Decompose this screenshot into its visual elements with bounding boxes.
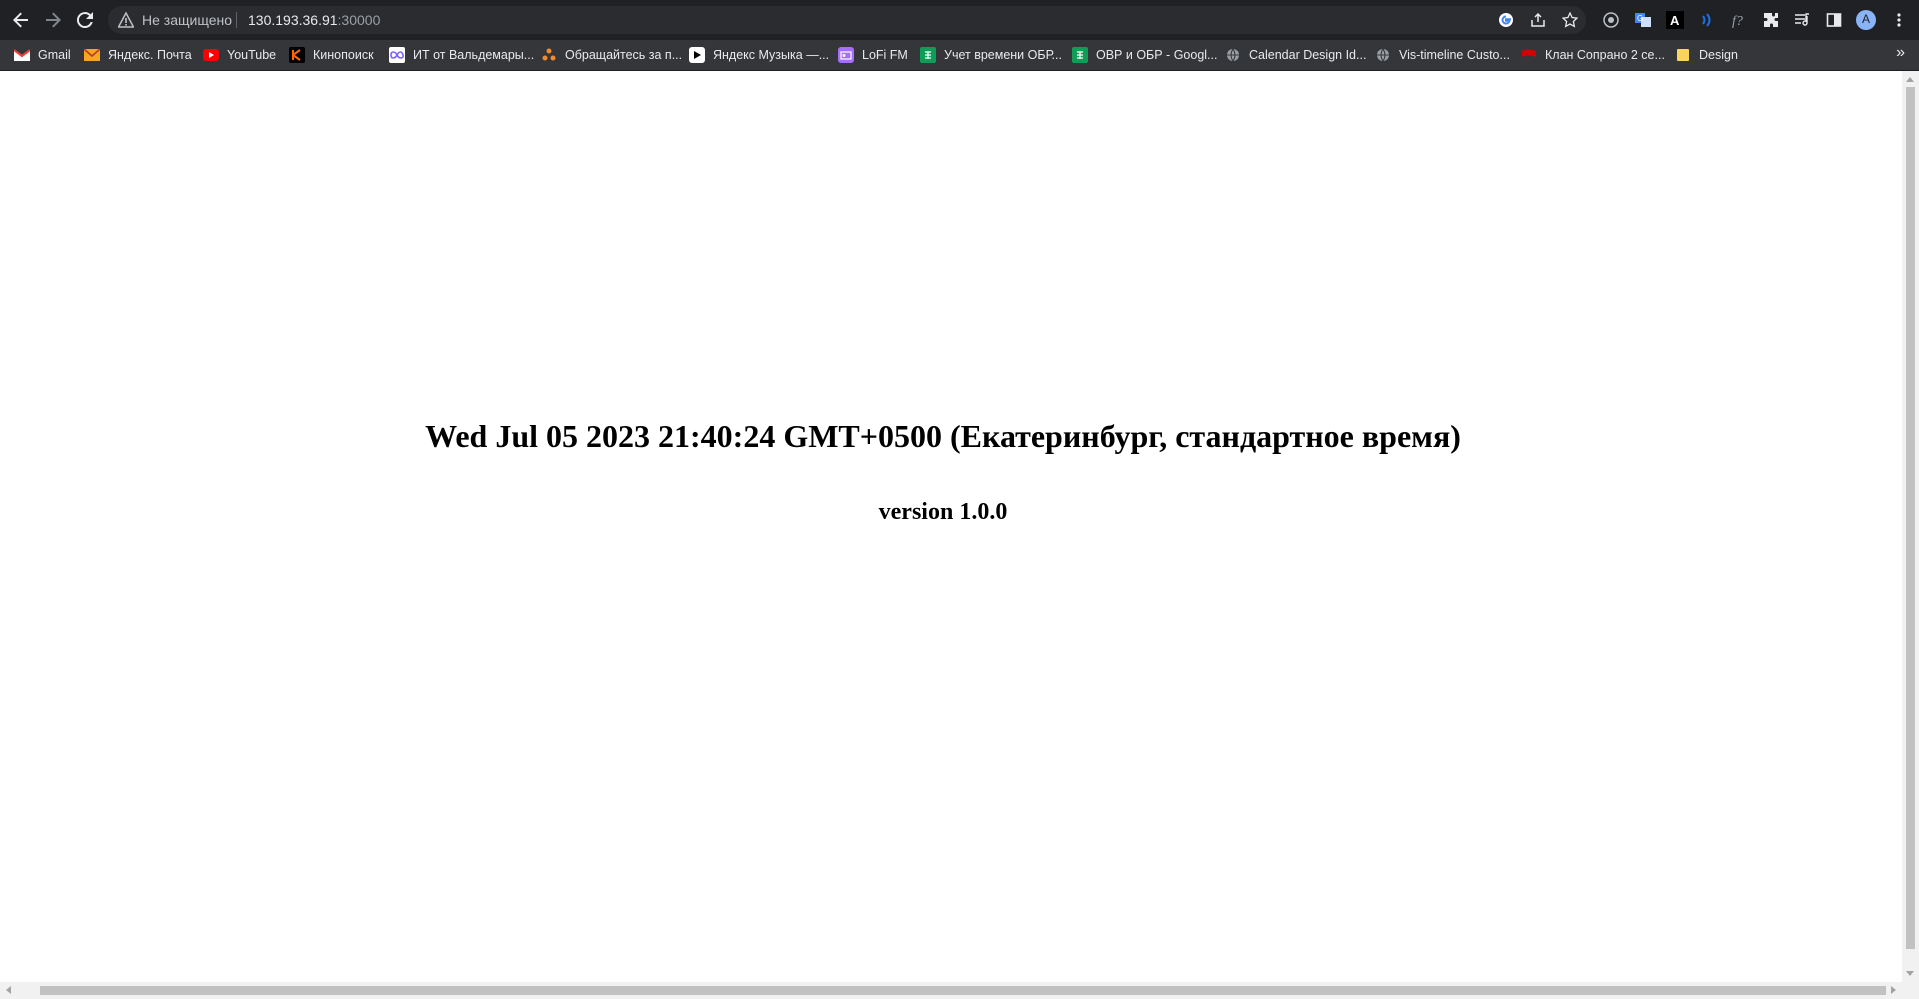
vertical-scrollbar[interactable] xyxy=(1902,71,1919,982)
reload-button[interactable] xyxy=(73,8,97,32)
infinity-icon xyxy=(389,47,405,63)
media-queue-icon[interactable] xyxy=(1791,9,1813,31)
back-arrow-icon xyxy=(13,12,28,28)
bookmark-calendar-design[interactable]: Calendar Design Id... xyxy=(1225,44,1366,66)
function-extension-icon[interactable]: f? xyxy=(1728,9,1750,31)
bookmark-it-valdemary[interactable]: ИТ от Вальдемары... xyxy=(389,44,534,66)
flag-icon xyxy=(1521,47,1537,63)
radio-icon xyxy=(838,47,854,63)
google-lens-icon[interactable] xyxy=(1496,10,1516,30)
flower-icon xyxy=(541,47,557,63)
bookmark-ovr-obr[interactable]: ОВР и ОБР - Googl... xyxy=(1072,44,1217,66)
play-icon xyxy=(689,47,705,63)
back-button[interactable] xyxy=(9,8,33,32)
forward-button[interactable] xyxy=(41,8,65,32)
audio-extension-icon[interactable] xyxy=(1696,9,1718,31)
url-text[interactable]: 130.193.36.91:30000 xyxy=(248,12,380,28)
folder-icon xyxy=(1675,47,1691,63)
url-port: :30000 xyxy=(337,12,381,28)
youtube-icon xyxy=(203,47,219,63)
extension-target-icon[interactable] xyxy=(1600,9,1622,31)
mail-envelope-icon xyxy=(84,47,100,63)
version-heading: version 1.0.0 xyxy=(878,499,1008,525)
bookmarks-bar: Gmail Яндекс. Почта YouTube Кинопоиск ИТ… xyxy=(0,40,1919,71)
address-bar[interactable]: Не защищено 130.193.36.91:30000 xyxy=(108,6,1586,34)
url-host: 130.193.36.91 xyxy=(248,12,338,28)
gmail-icon xyxy=(14,47,30,63)
translate-extension-icon[interactable]: G xyxy=(1632,9,1654,31)
more-bookmarks-button[interactable]: » xyxy=(1896,44,1905,62)
globe-icon xyxy=(1225,47,1241,63)
svg-text:f?: f? xyxy=(1732,14,1743,29)
scroll-right-arrow-icon[interactable] xyxy=(1891,986,1896,994)
share-icon[interactable] xyxy=(1528,10,1548,30)
sheets-icon xyxy=(920,47,936,63)
bookmark-klan-soprano[interactable]: Клан Сопрано 2 се... xyxy=(1521,44,1665,66)
vertical-scroll-thumb[interactable] xyxy=(1906,87,1915,949)
bookmark-obrashchaytes[interactable]: Обращайтесь за п... xyxy=(541,44,682,66)
profile-avatar[interactable]: A xyxy=(1855,9,1877,31)
forward-arrow-icon xyxy=(46,12,61,28)
bookmark-star-icon[interactable] xyxy=(1560,10,1580,30)
bookmark-gmail[interactable]: Gmail xyxy=(14,44,71,66)
page-viewport xyxy=(0,71,1902,982)
profile-initial: A xyxy=(1861,12,1870,26)
font-extension-icon[interactable]: A xyxy=(1664,9,1686,31)
sheets-icon xyxy=(1072,47,1088,63)
horizontal-scroll-thumb[interactable] xyxy=(40,986,1886,995)
svg-text:G: G xyxy=(1637,14,1643,23)
bookmark-vis-timeline[interactable]: Vis-timeline Custo... xyxy=(1375,44,1510,66)
bookmark-youtube[interactable]: YouTube xyxy=(203,44,276,66)
kinopoisk-icon xyxy=(289,47,305,63)
scroll-up-arrow-icon[interactable] xyxy=(1906,77,1914,82)
puzzle-extensions-icon[interactable] xyxy=(1760,9,1782,31)
globe-icon xyxy=(1375,47,1391,63)
datetime-heading: Wed Jul 05 2023 21:40:24 GMT+0500 (Екате… xyxy=(425,418,1461,454)
bookmark-yandex-music[interactable]: Яндекс Музыка —... xyxy=(689,44,829,66)
bookmark-kinopoisk[interactable]: Кинопоиск xyxy=(289,44,374,66)
omnibox-divider xyxy=(236,12,237,28)
scroll-down-arrow-icon[interactable] xyxy=(1906,971,1914,976)
side-panel-icon[interactable] xyxy=(1823,9,1845,31)
bookmark-uchet-vremeni[interactable]: Учет времени ОБР... xyxy=(920,44,1062,66)
horizontal-scrollbar[interactable] xyxy=(0,982,1919,999)
bookmark-lofi-fm[interactable]: LoFi FM xyxy=(838,44,908,66)
browser-toolbar: Не защищено 130.193.36.91:30000 G A f? A xyxy=(0,0,1919,40)
warning-icon xyxy=(117,11,135,28)
bookmark-folder-design[interactable]: Design xyxy=(1675,44,1738,66)
reload-icon xyxy=(77,12,93,28)
scroll-left-arrow-icon[interactable] xyxy=(6,986,11,994)
security-status[interactable]: Не защищено xyxy=(142,12,232,28)
svg-text:A: A xyxy=(1670,13,1680,28)
bookmark-yandex-mail[interactable]: Яндекс. Почта xyxy=(84,44,192,66)
more-menu-icon[interactable] xyxy=(1888,9,1910,31)
